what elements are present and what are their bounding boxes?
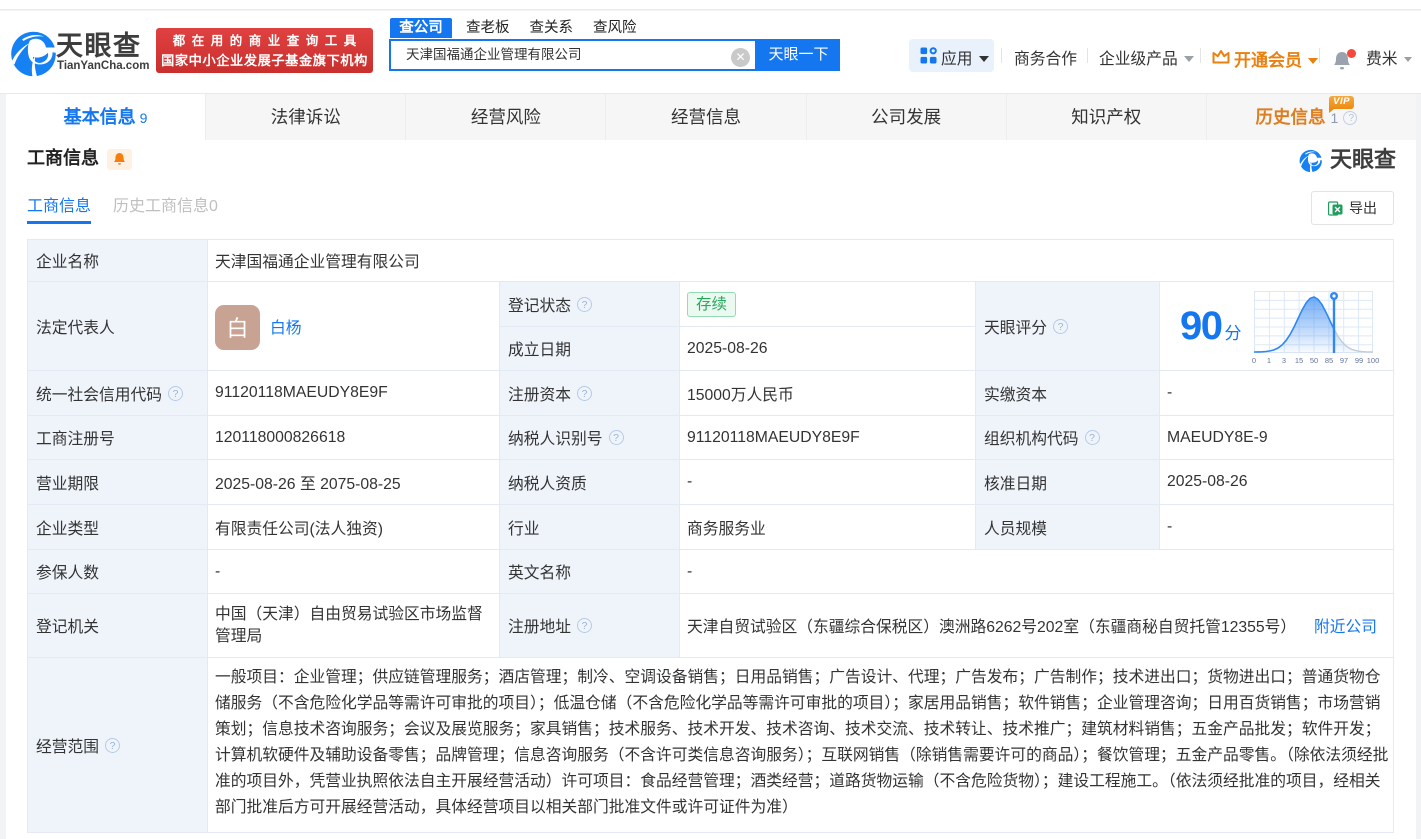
svg-text:3: 3: [1281, 356, 1285, 364]
svg-text:15: 15: [1294, 356, 1302, 364]
svg-text:99: 99: [1354, 356, 1362, 364]
svg-text:100: 100: [1366, 356, 1379, 364]
svg-text:50: 50: [1309, 356, 1317, 364]
svg-text:97: 97: [1339, 356, 1347, 364]
svg-text:0: 0: [1251, 356, 1255, 364]
svg-text:85: 85: [1324, 356, 1332, 364]
svg-text:1: 1: [1266, 356, 1270, 364]
